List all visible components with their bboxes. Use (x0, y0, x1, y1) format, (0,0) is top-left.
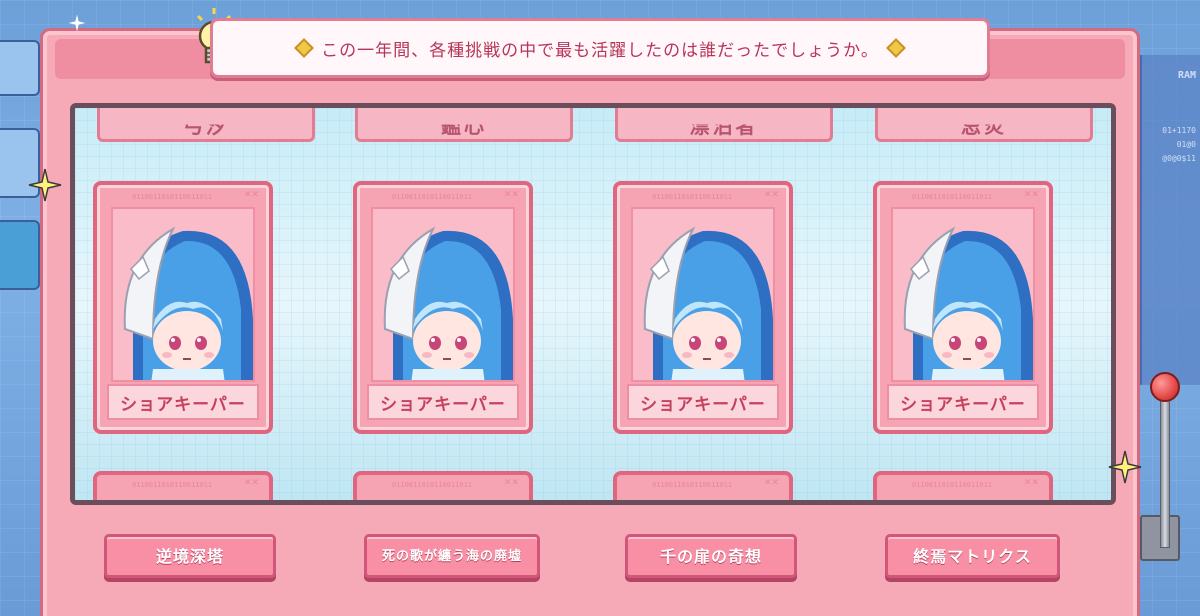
card-code: 0110011010110011011 (131, 193, 213, 201)
globe-icon (0, 220, 40, 290)
character-name: ショアキーパー (887, 384, 1039, 420)
character-portrait-art (373, 209, 513, 380)
reel-bottom-card: 0110011010110011011 ✕✕ (93, 471, 273, 500)
card-code: 0110011010110011011 (651, 193, 733, 201)
card-code: 0110011010110011011 (911, 481, 993, 489)
card-mark: ✕✕ (243, 190, 259, 200)
character-portrait-art (893, 209, 1033, 380)
card-mark: ✕✕ (1023, 190, 1039, 200)
sparkle-icon (1108, 450, 1142, 484)
reel-bottom-card: 0110011010110011011 ✕✕ (353, 471, 533, 500)
character-portrait (891, 207, 1035, 382)
reel-top-label: 漂泊者 (615, 108, 833, 142)
character-portrait (631, 207, 775, 382)
challenge-button-ruins[interactable]: 死の歌が纏う海の廃墟 (364, 534, 540, 578)
card-mark: ✕✕ (763, 478, 779, 488)
character-portrait (111, 207, 255, 382)
sparkle-icon (28, 168, 62, 202)
character-portrait-art (113, 209, 253, 380)
card-code: 0110011010110011011 (131, 481, 213, 489)
card-code: 0110011010110011011 (651, 481, 733, 489)
reel-window: 弓汐 鑑心 漂泊者 忌炎 0110011010110011011 ✕✕ ショアキ… (70, 103, 1116, 505)
character-portrait-art (633, 209, 773, 380)
character-card[interactable]: 0110011010110011011 ✕✕ ショアキーパー (93, 181, 273, 434)
card-mark: ✕✕ (243, 478, 259, 488)
hint-text: この一年間、各種挑戦の中で最も活躍したのは誰だったでしょうか。 (321, 40, 879, 61)
side-panel-label: RAM (1177, 70, 1196, 81)
diamond-icon (294, 38, 315, 58)
card-code: 0110011010110011011 (391, 481, 473, 489)
challenge-button-matrix[interactable]: 終焉マトリクス (885, 534, 1060, 578)
side-panel-line: @0@0$11 (1162, 154, 1196, 163)
card-mark: ✕✕ (503, 478, 519, 488)
monitor-icon (0, 40, 40, 96)
card-code: 0110011010110011011 (391, 193, 473, 201)
character-name: ショアキーパー (627, 384, 779, 420)
side-panel-line: 01+1170 (1162, 126, 1196, 135)
lever-knob[interactable] (1150, 372, 1180, 402)
reel-top-label: 弓汐 (97, 108, 315, 142)
card-code: 0110011010110011011 (911, 193, 993, 201)
character-name: ショアキーパー (107, 384, 259, 420)
reel-bottom-card: 0110011010110011011 ✕✕ (873, 471, 1053, 500)
character-card[interactable]: 0110011010110011011 ✕✕ ショアキーパー (873, 181, 1053, 434)
character-card[interactable]: 0110011010110011011 ✕✕ ショアキーパー (353, 181, 533, 434)
reel-top-label: 忌炎 (875, 108, 1093, 142)
reel-top-label: 鑑心 (355, 108, 573, 142)
reel-bottom-card: 0110011010110011011 ✕✕ (613, 471, 793, 500)
lever-rod[interactable] (1160, 398, 1170, 548)
card-mark: ✕✕ (503, 190, 519, 200)
character-portrait (371, 207, 515, 382)
side-panel (1140, 55, 1200, 385)
character-name: ショアキーパー (367, 384, 519, 420)
challenge-button-doors[interactable]: 千の扉の奇想 (625, 534, 797, 578)
side-panel-line: 01@0 (1176, 140, 1196, 149)
challenge-button-tower[interactable]: 逆境深塔 (104, 534, 276, 578)
card-mark: ✕✕ (763, 190, 779, 200)
hint-banner: この一年間、各種挑戦の中で最も活躍したのは誰だったでしょうか。 (210, 18, 990, 78)
sparkle-icon (68, 14, 86, 32)
card-mark: ✕✕ (1023, 478, 1039, 488)
diamond-icon (885, 38, 906, 58)
character-card[interactable]: 0110011010110011011 ✕✕ ショアキーパー (613, 181, 793, 434)
